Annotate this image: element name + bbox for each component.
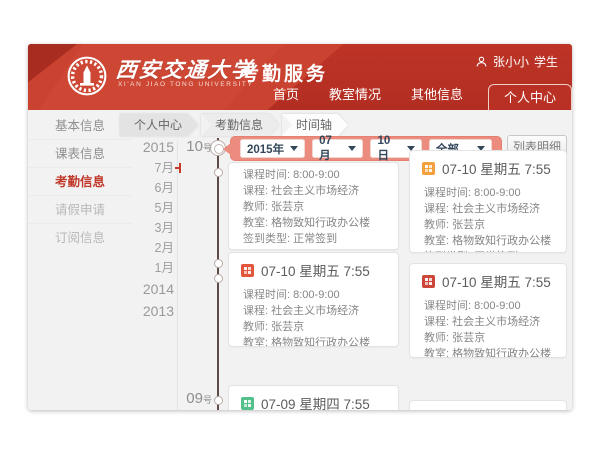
- field-course: 课程: 社会主义市场经济: [243, 183, 390, 199]
- field-course-time: 课程时间: 8:00-9:00: [424, 185, 558, 201]
- card-header: 07-10 星期五 7:55: [229, 253, 398, 283]
- card-title: 07-10 星期五 7:55: [261, 260, 370, 280]
- sidebar-item-leave-request[interactable]: 请假申请: [28, 196, 132, 224]
- year-select[interactable]: 2015年: [240, 139, 305, 158]
- rail-month-june[interactable]: 6月: [132, 178, 174, 198]
- month-select[interactable]: 07月: [312, 139, 363, 158]
- sidebar-menu: 基本信息 课表信息 考勤信息 请假申请 订阅信息: [28, 112, 132, 252]
- app-header: 西安交通大学 XI'AN JIAO TONG UNIVERSITY 考勤服务 张…: [28, 44, 572, 110]
- field-teacher: 教师: 张芸京: [243, 319, 390, 335]
- page-body: 个人中心 考勤信息 时间轴 基本信息 课表信息 考勤信息 请假申请 订阅信息 2…: [28, 110, 572, 410]
- nav-item-home[interactable]: 首页: [273, 84, 299, 103]
- card-title: 07-10 星期五 7:55: [442, 158, 551, 178]
- card-header: 07-10 星期五 7:55: [410, 151, 566, 181]
- sidebar-item-schedule-info[interactable]: 课表信息: [28, 140, 132, 168]
- card-title: 07-09 星期四 7:55: [261, 393, 370, 410]
- checkin-calendar-orange-icon: [422, 162, 435, 175]
- field-teacher: 教师: 张芸京: [424, 330, 558, 346]
- field-classroom: 教室: 格物致知行政办公楼: [424, 233, 558, 249]
- card-title: 07-10 星期五 7:55: [442, 271, 551, 291]
- main-nav: 首页 教室情况 其他信息 个人中心: [258, 84, 572, 110]
- field-teacher: 教师: 张芸京: [243, 199, 390, 215]
- breadcrumb-attendance-info[interactable]: 考勤信息: [201, 114, 269, 136]
- field-checkin-type: 签到类型: 正常签到: [243, 231, 390, 247]
- timeline-node-day09[interactable]: [214, 396, 223, 405]
- field-classroom: 教室: 格物致知行政办公楼: [243, 215, 390, 231]
- timeline-node-small-2: [214, 259, 223, 268]
- attendance-card-row1-right: 07-10 星期五 7:55 课程时间: 8:00-9:00 课程: 社会主义市…: [409, 150, 567, 253]
- breadcrumb-timeline[interactable]: 时间轴: [282, 114, 338, 136]
- nav-item-other-info[interactable]: 其他信息: [411, 84, 463, 103]
- card-header: 07-09 星期四 7:55: [229, 386, 398, 410]
- checkin-calendar-vermilion-icon: [241, 264, 254, 277]
- checkin-calendar-green-icon: [241, 397, 254, 410]
- timeline-day-label-10: 10号: [168, 138, 212, 156]
- checkin-calendar-red-icon: [422, 275, 435, 288]
- rail-month-february[interactable]: 2月: [132, 238, 174, 258]
- chevron-down-icon: [348, 146, 356, 151]
- field-classroom: 教室: 格物致知行政办公楼: [243, 335, 390, 347]
- sidebar-item-subscription-info[interactable]: 订阅信息: [28, 224, 132, 252]
- current-month-marker: [175, 163, 181, 173]
- app-title: 考勤服务: [240, 59, 328, 86]
- person-icon: [475, 55, 488, 68]
- app-window: 西安交通大学 XI'AN JIAO TONG UNIVERSITY 考勤服务 张…: [28, 44, 572, 410]
- field-course-time: 课程时间: 8:00-9:00: [243, 287, 390, 303]
- date-rail-divider: [177, 140, 178, 410]
- rail-month-may[interactable]: 5月: [132, 198, 174, 218]
- field-course: 课程: 社会主义市场经济: [424, 314, 558, 330]
- nav-tab-personal-center[interactable]: 个人中心: [488, 84, 572, 110]
- attendance-card-row2-left: 07-10 星期五 7:55 课程时间: 8:00-9:00 课程: 社会主义市…: [228, 252, 399, 347]
- rail-month-january[interactable]: 1月: [132, 258, 174, 278]
- date-rail: 2015 7月 6月 5月 3月 2月 1月 2014 2013: [132, 136, 174, 322]
- field-course: 课程: 社会主义市场经济: [424, 201, 558, 217]
- field-classroom: 教室: 格物致知行政办公楼: [424, 346, 558, 358]
- breadcrumb: 个人中心 考勤信息 时间轴: [120, 114, 351, 136]
- rail-year-2013[interactable]: 2013: [132, 300, 174, 322]
- rail-month-july[interactable]: 7月: [132, 158, 174, 178]
- attendance-card-row3-right-partial: [409, 400, 567, 410]
- timeline-node-small-3: [214, 274, 223, 283]
- rail-year-2014[interactable]: 2014: [132, 278, 174, 300]
- university-name-en: XI'AN JIAO TONG UNIVERSITY: [118, 81, 253, 88]
- timeline-node-small-1: [214, 168, 223, 177]
- sidebar-item-attendance-info[interactable]: 考勤信息: [28, 168, 132, 196]
- field-teacher: 教师: 张芸京: [424, 217, 558, 233]
- card-header: 07-10 星期五 7:55: [410, 264, 566, 294]
- university-name-cn: 西安交通大学: [114, 54, 255, 84]
- university-logo-icon: [66, 55, 108, 97]
- user-menu[interactable]: 张小小 学生: [475, 53, 558, 70]
- attendance-card-row1-left: 课程时间: 8:00-9:00 课程: 社会主义市场经济 教师: 张芸京 教室:…: [228, 162, 399, 250]
- sidebar-item-basic-info[interactable]: 基本信息: [28, 112, 132, 140]
- attendance-card-row3-left: 07-09 星期四 7:55: [228, 385, 399, 410]
- chevron-down-icon: [290, 146, 298, 151]
- nav-item-classrooms[interactable]: 教室情况: [329, 84, 381, 103]
- field-course-time: 课程时间: 8:00-9:00: [424, 298, 558, 314]
- user-role: 学生: [534, 53, 558, 70]
- user-name: 张小小: [493, 53, 529, 70]
- page-canvas: 西安交通大学 XI'AN JIAO TONG UNIVERSITY 考勤服务 张…: [0, 0, 600, 450]
- field-course-time: 课程时间: 8:00-9:00: [243, 167, 390, 183]
- timeline-day-label-09: 09号: [168, 390, 212, 408]
- field-checkin-type: 签到类型: 正常签到: [424, 249, 558, 253]
- rail-month-march[interactable]: 3月: [132, 218, 174, 238]
- attendance-card-row2-right: 07-10 星期五 7:55 课程时间: 8:00-9:00 课程: 社会主义市…: [409, 263, 567, 358]
- field-course: 课程: 社会主义市场经济: [243, 303, 390, 319]
